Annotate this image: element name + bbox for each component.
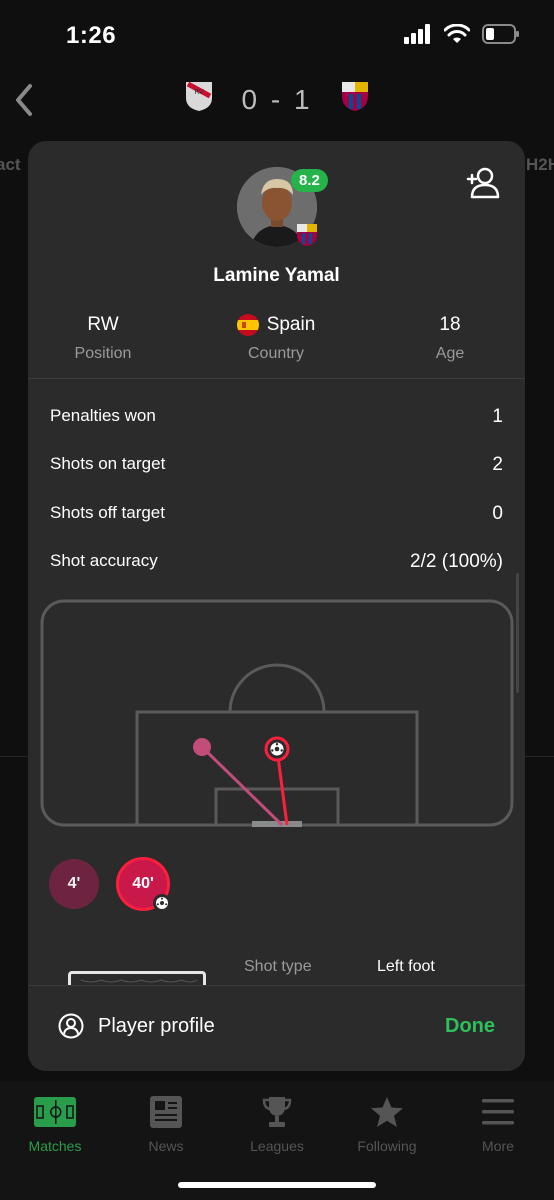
country-value: Spain — [266, 314, 316, 335]
position-label: Position — [74, 345, 132, 362]
shot-chip-40[interactable]: 40' — [116, 857, 171, 912]
pitch-icon — [34, 1097, 76, 1127]
tab-label: More — [482, 1138, 514, 1154]
trophy-icon — [262, 1097, 292, 1127]
stat-label: Shot accuracy — [50, 551, 158, 570]
newspaper-icon — [150, 1096, 182, 1128]
penalty-arc — [228, 663, 326, 713]
stat-label: Shots off target — [50, 503, 165, 522]
country-label: Country — [247, 345, 305, 362]
age-info: 18 Age — [375, 313, 525, 363]
follow-player-icon[interactable] — [466, 167, 502, 199]
shot-chip-minute: 4' — [67, 875, 81, 892]
tab-label: Leagues — [250, 1138, 304, 1154]
goal-ball-icon — [153, 894, 171, 912]
tab-matches[interactable]: Matches — [0, 1092, 110, 1154]
home-indicator[interactable] — [178, 1182, 376, 1188]
player-stats-sheet: 8.2 Lamine Yamal RW Position Spain Count… — [28, 141, 525, 1071]
tab-more[interactable]: More — [443, 1092, 553, 1154]
stat-row-shots-off-target: Shots off target 0 — [50, 503, 503, 525]
stat-row-penalties-won: Penalties won 1 — [50, 406, 503, 428]
club-badge-icon — [297, 224, 317, 246]
tab-label: Following — [357, 1138, 417, 1154]
position-info: RW Position — [28, 313, 178, 363]
stat-label: Penalties won — [50, 406, 156, 425]
status-bar: 1:26 — [0, 0, 554, 70]
info-divider — [28, 378, 525, 379]
shot-map — [40, 599, 514, 827]
spain-flag-icon — [236, 314, 259, 336]
shot-marker-4[interactable] — [193, 738, 211, 756]
stat-value: 1 — [492, 406, 503, 427]
ball-icon — [270, 742, 284, 756]
menu-icon — [482, 1099, 514, 1125]
position-value: RW — [87, 314, 119, 335]
tab-label: News — [148, 1138, 184, 1154]
player-profile-icon — [58, 1013, 84, 1039]
away-team-crest-icon — [342, 82, 368, 111]
match-score: 0 - 1 — [241, 84, 313, 115]
stat-value: 0 — [492, 503, 503, 524]
shot-chip-minute: 40' — [132, 875, 154, 892]
done-button[interactable]: Done — [445, 1015, 495, 1038]
player-rating-badge: 8.2 — [291, 169, 328, 192]
player-name: Lamine Yamal — [213, 265, 340, 286]
stat-label: Shots on target — [50, 454, 166, 473]
player-profile-button[interactable]: Player profile — [58, 1013, 215, 1039]
tab-following[interactable]: Following — [332, 1092, 442, 1154]
shot-type-label: Shot type — [244, 958, 312, 975]
tab-news[interactable]: News — [111, 1092, 221, 1154]
status-time: 1:26 — [66, 22, 117, 49]
background-tab-right: H2H — [526, 155, 554, 174]
penalty-box — [135, 710, 419, 827]
match-header: RV 0 - 1 — [0, 70, 554, 130]
sheet-footer: Player profile Done — [28, 985, 525, 1071]
tab-leagues[interactable]: Leagues — [222, 1092, 332, 1154]
star-icon — [371, 1097, 403, 1127]
stat-row-shots-on-target: Shots on target 2 — [50, 454, 503, 476]
shot-chip-4[interactable]: 4' — [49, 859, 99, 909]
player-profile-label: Player profile — [98, 1014, 215, 1037]
stat-row-shot-accuracy: Shot accuracy 2/2 (100%) — [50, 551, 503, 573]
status-icons — [404, 24, 520, 44]
signal-icon — [404, 24, 430, 44]
stat-value: 2 — [492, 454, 503, 475]
scrollbar[interactable] — [516, 573, 519, 693]
age-value: 18 — [439, 314, 461, 335]
country-info: Spain Country — [201, 313, 351, 363]
battery-icon — [482, 24, 519, 44]
age-label: Age — [435, 345, 465, 362]
background-tab-left: act — [0, 155, 21, 174]
shot-type-value: Left foot — [377, 958, 435, 975]
stat-value: 2/2 (100%) — [410, 551, 503, 572]
wifi-icon — [444, 24, 470, 43]
tab-label: Matches — [28, 1138, 82, 1154]
